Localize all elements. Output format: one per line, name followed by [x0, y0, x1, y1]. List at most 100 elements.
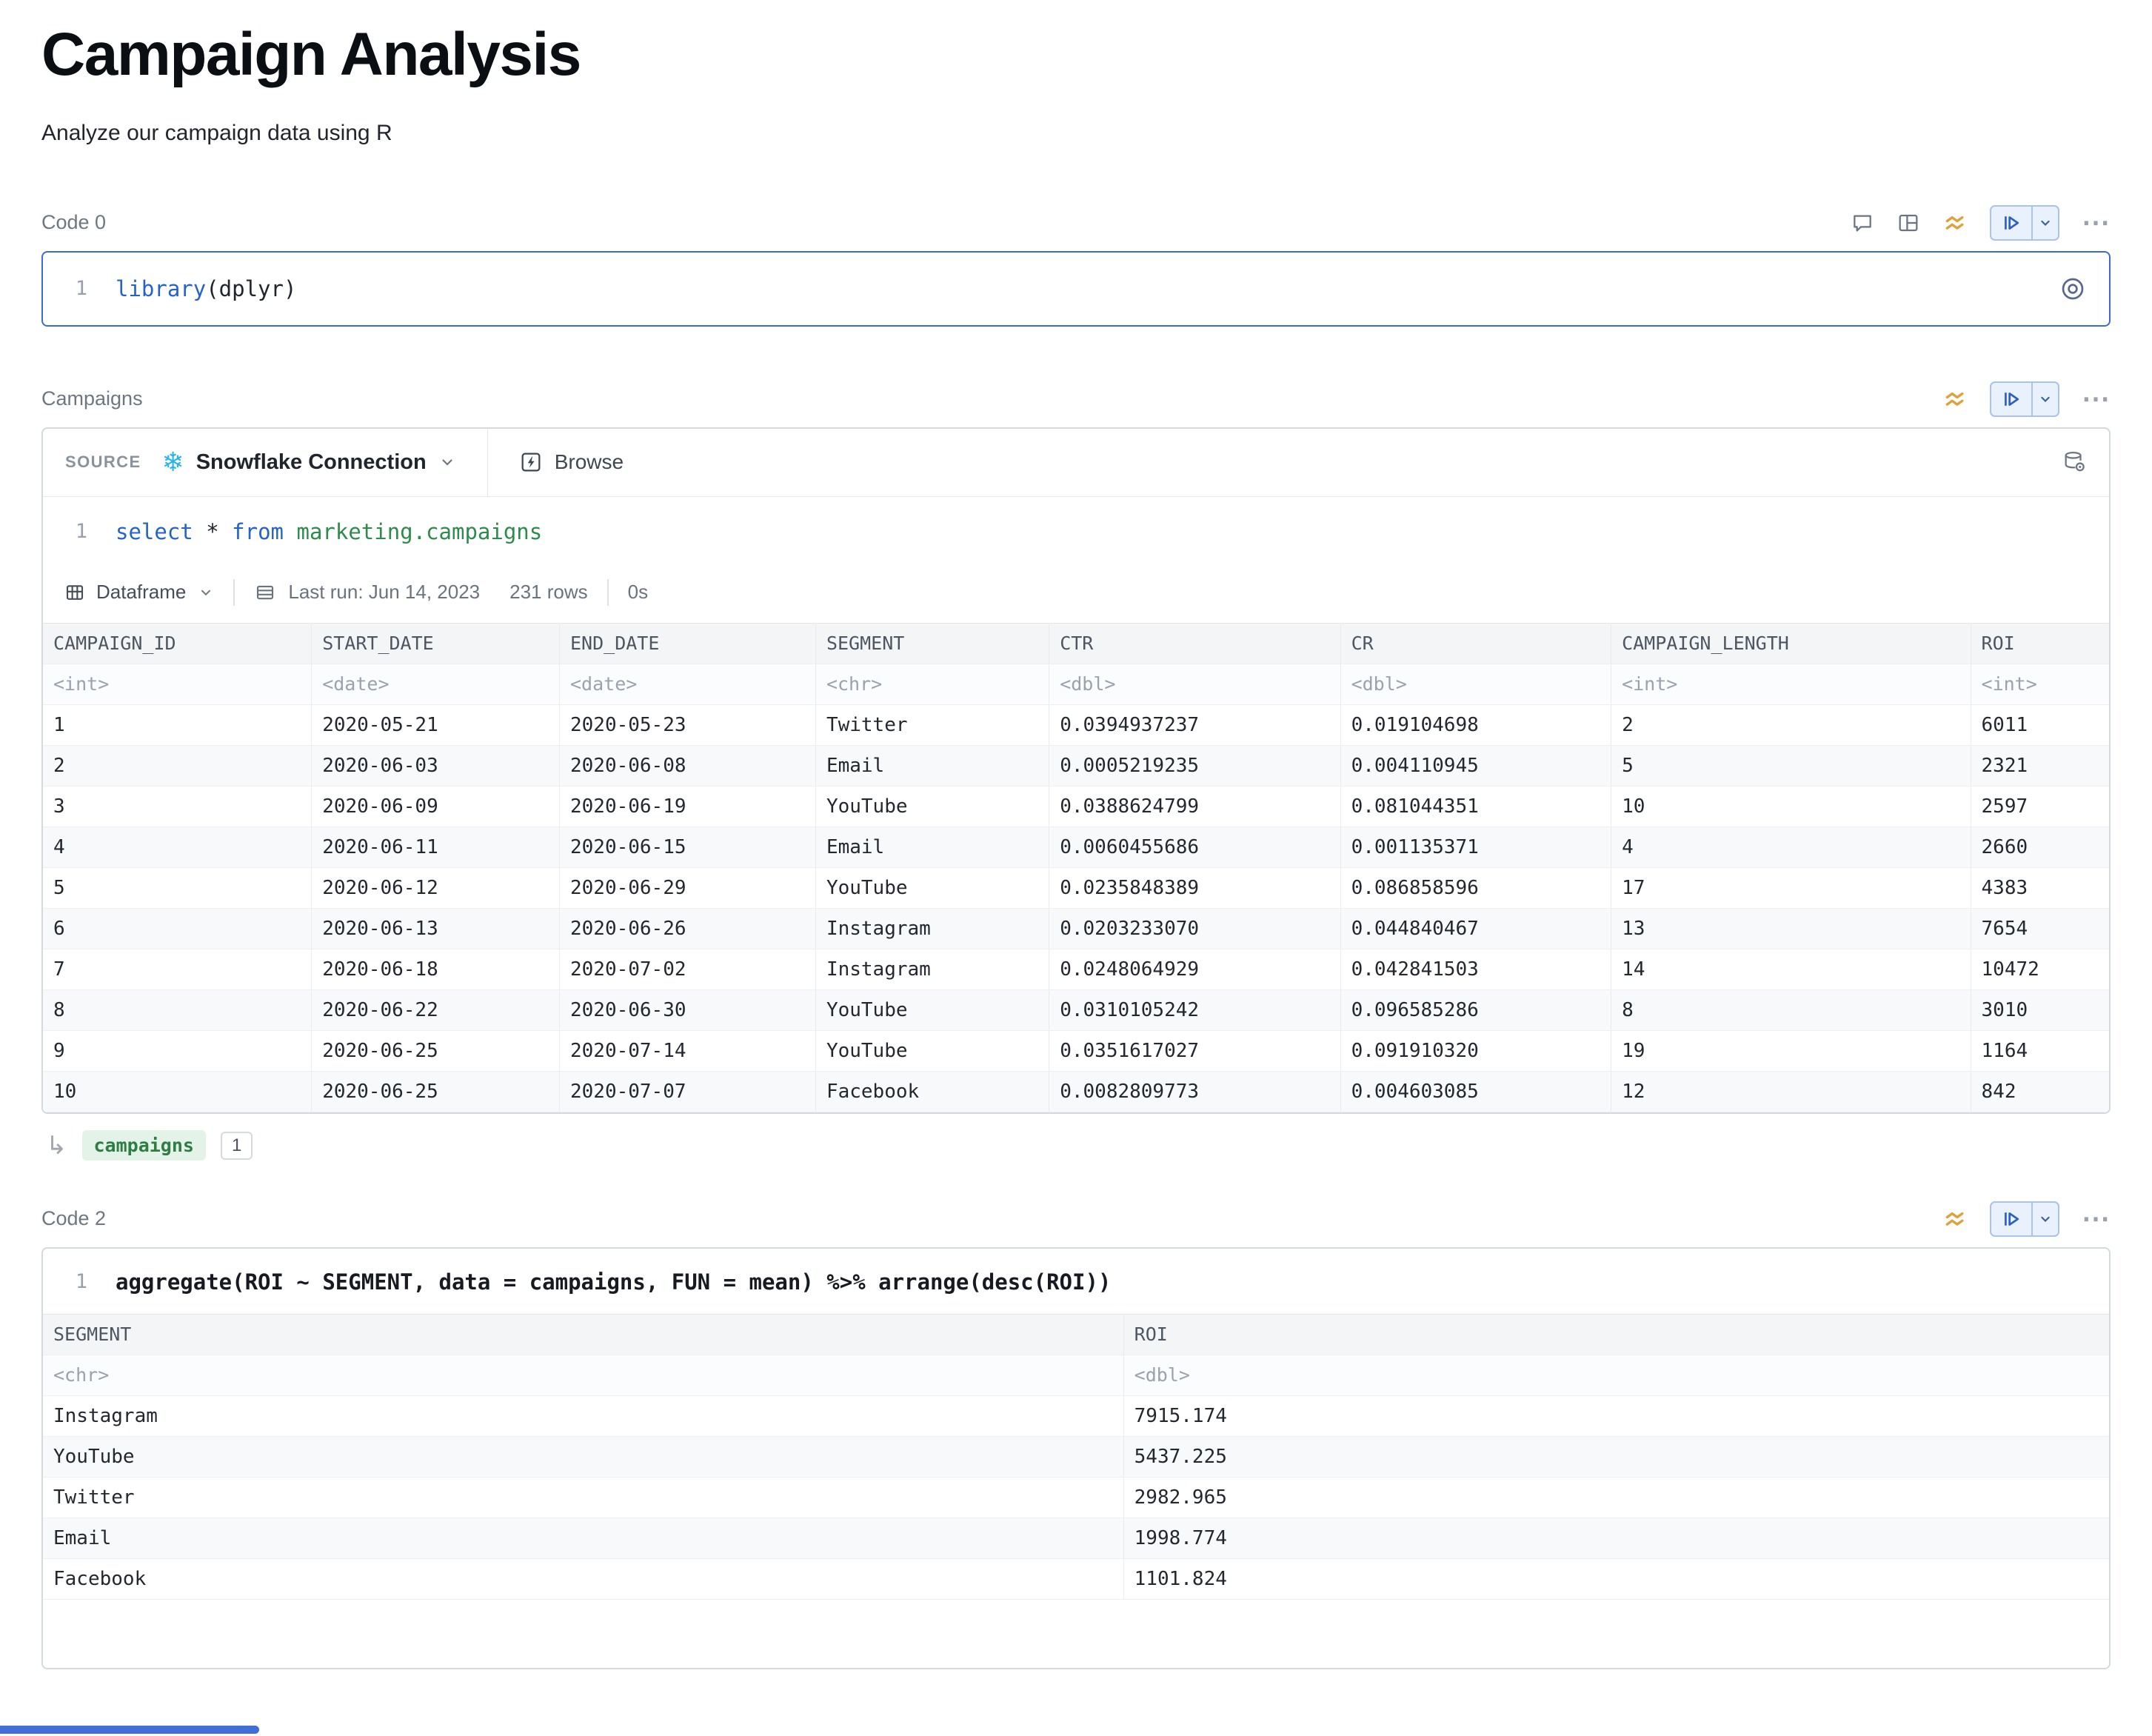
run-duration: 0s — [628, 581, 648, 604]
run-options-chevron-icon[interactable] — [2031, 1203, 2058, 1235]
source-label: SOURCE — [65, 453, 141, 472]
run-play-icon[interactable] — [1991, 207, 2031, 239]
table-row: 72020-06-182020-07-02Instagram0.02480649… — [43, 949, 2109, 989]
column-header-cr[interactable]: CR — [1340, 623, 1611, 664]
table-row: 52020-06-122020-06-29YouTube0.0235848389… — [43, 867, 2109, 908]
table-cell: 2020-06-26 — [559, 908, 815, 949]
more-menu-icon[interactable]: ⋯ — [2082, 1210, 2111, 1228]
table-cell: 1 — [43, 704, 312, 745]
line-number: 1 — [65, 277, 87, 300]
sql-cell-campaigns: Campaigns — [41, 378, 2111, 1166]
table-cell: 2020-05-21 — [312, 704, 560, 745]
run-button[interactable] — [1990, 381, 2059, 417]
table-cell: 2982.965 — [1123, 1477, 2109, 1518]
table-cell: 4383 — [1971, 867, 2109, 908]
table-cell: 2020-06-30 — [559, 989, 815, 1030]
table-cell: 12 — [1611, 1071, 1971, 1112]
run-play-icon[interactable] — [1991, 1203, 2031, 1235]
table-cell: 19 — [1611, 1030, 1971, 1071]
column-type: <date> — [559, 664, 815, 704]
table-cell: Instagram — [43, 1395, 1123, 1436]
table-cell: 0.0351617027 — [1049, 1030, 1340, 1071]
browse-database-icon — [519, 450, 543, 474]
code-editor-0[interactable]: 1 library(dplyr) — [41, 251, 2111, 327]
chevron-down-icon[interactable] — [438, 453, 456, 471]
table-cell: Twitter — [43, 1477, 1123, 1518]
column-header-roi[interactable]: ROI — [1971, 623, 2109, 664]
table-cell: 842 — [1971, 1071, 2109, 1112]
cell-label-campaigns[interactable]: Campaigns — [41, 387, 143, 410]
table-cell: Instagram — [815, 908, 1049, 949]
table-cell: 3 — [43, 786, 312, 827]
table-cell: 0.096585286 — [1340, 989, 1611, 1030]
table-row: Instagram7915.174 — [43, 1395, 2109, 1436]
cell-label-code2[interactable]: Code 2 — [41, 1207, 106, 1230]
table-cell: 10 — [1611, 786, 1971, 827]
browse-button[interactable]: Browse — [487, 429, 624, 496]
table-cell: YouTube — [815, 786, 1049, 827]
sql-editor[interactable]: 1 select * from marketing.campaigns — [43, 497, 2109, 562]
cell-actions: ⋯ — [1942, 1201, 2111, 1237]
table-row: Email1998.774 — [43, 1518, 2109, 1558]
table-cell: 2020-07-02 — [559, 949, 815, 989]
table-cell: 2020-07-14 — [559, 1030, 815, 1071]
column-type: <dbl> — [1123, 1355, 2109, 1395]
code-line: library(dplyr) — [116, 276, 296, 301]
table-cell: 6 — [43, 908, 312, 949]
table-cell: Email — [815, 827, 1049, 867]
run-button[interactable] — [1990, 205, 2059, 241]
row-count: 231 rows — [509, 581, 588, 604]
table-cell: 2020-06-08 — [559, 745, 815, 786]
connection-selector[interactable]: Snowflake Connection — [196, 450, 427, 475]
column-type: <chr> — [43, 1355, 1123, 1395]
run-play-icon[interactable] — [1991, 383, 2031, 415]
table-cell: 5 — [1611, 745, 1971, 786]
more-menu-icon[interactable]: ⋯ — [2082, 390, 2111, 408]
table-cell: 1998.774 — [1123, 1518, 2109, 1558]
chevron-down-icon — [198, 584, 214, 601]
comment-icon[interactable] — [1851, 211, 1874, 235]
table-cell: YouTube — [815, 989, 1049, 1030]
table-row: 32020-06-092020-06-19YouTube0.0388624799… — [43, 786, 2109, 827]
table-cell: 2 — [1611, 704, 1971, 745]
table-cell: 4 — [43, 827, 312, 867]
column-header-campaign_length[interactable]: CAMPAIGN_LENGTH — [1611, 623, 1971, 664]
table-cell: 1164 — [1971, 1030, 2109, 1071]
code-editor-2[interactable]: 1 aggregate(ROI ~ SEGMENT, data = campai… — [43, 1249, 2109, 1314]
more-menu-icon[interactable]: ⋯ — [2082, 214, 2111, 232]
table-cell: 2597 — [1971, 786, 2109, 827]
code-cell-2-body: 1 aggregate(ROI ~ SEGMENT, data = campai… — [41, 1247, 2111, 1669]
table-row: 92020-06-252020-07-14YouTube0.0351617027… — [43, 1030, 2109, 1071]
column-header-start_date[interactable]: START_DATE — [312, 623, 560, 664]
output-variable-badge[interactable]: campaigns — [82, 1130, 206, 1161]
horizontal-scrollbar-thumb[interactable] — [0, 1726, 259, 1734]
column-header-ctr[interactable]: CTR — [1049, 623, 1340, 664]
column-header-segment[interactable]: SEGMENT — [815, 623, 1049, 664]
dataframe-selector[interactable]: Dataframe — [64, 581, 214, 604]
table-cell: 8 — [43, 989, 312, 1030]
table-cell: 2020-06-29 — [559, 867, 815, 908]
column-header-segment[interactable]: SEGMENT — [43, 1314, 1123, 1355]
run-button[interactable] — [1990, 1201, 2059, 1237]
run-options-chevron-icon[interactable] — [2031, 207, 2058, 239]
column-header-end_date[interactable]: END_DATE — [559, 623, 815, 664]
table-cell: 0.086858596 — [1340, 867, 1611, 908]
table-cell: 0.081044351 — [1340, 786, 1611, 827]
table-cell: 2321 — [1971, 745, 2109, 786]
cell-label-code0[interactable]: Code 0 — [41, 211, 106, 234]
column-header-roi[interactable]: ROI — [1123, 1314, 2109, 1355]
table-cell: Twitter — [815, 704, 1049, 745]
last-run-text: Last run: Jun 14, 2023 — [288, 581, 480, 604]
table-cell: YouTube — [43, 1436, 1123, 1477]
table-cell: 0.004603085 — [1340, 1071, 1611, 1112]
dataframe-label: Dataframe — [96, 581, 186, 604]
layout-grid-icon[interactable] — [1897, 211, 1920, 235]
table-cell: 7654 — [1971, 908, 2109, 949]
schema-browser-icon[interactable] — [2062, 450, 2087, 475]
column-header-campaign_id[interactable]: CAMPAIGN_ID — [43, 623, 312, 664]
table-cell: 0.0005219235 — [1049, 745, 1340, 786]
table-cell: 2020-06-25 — [312, 1071, 560, 1112]
column-type: <dbl> — [1049, 664, 1340, 704]
table-cell: 2020-06-11 — [312, 827, 560, 867]
run-options-chevron-icon[interactable] — [2031, 383, 2058, 415]
